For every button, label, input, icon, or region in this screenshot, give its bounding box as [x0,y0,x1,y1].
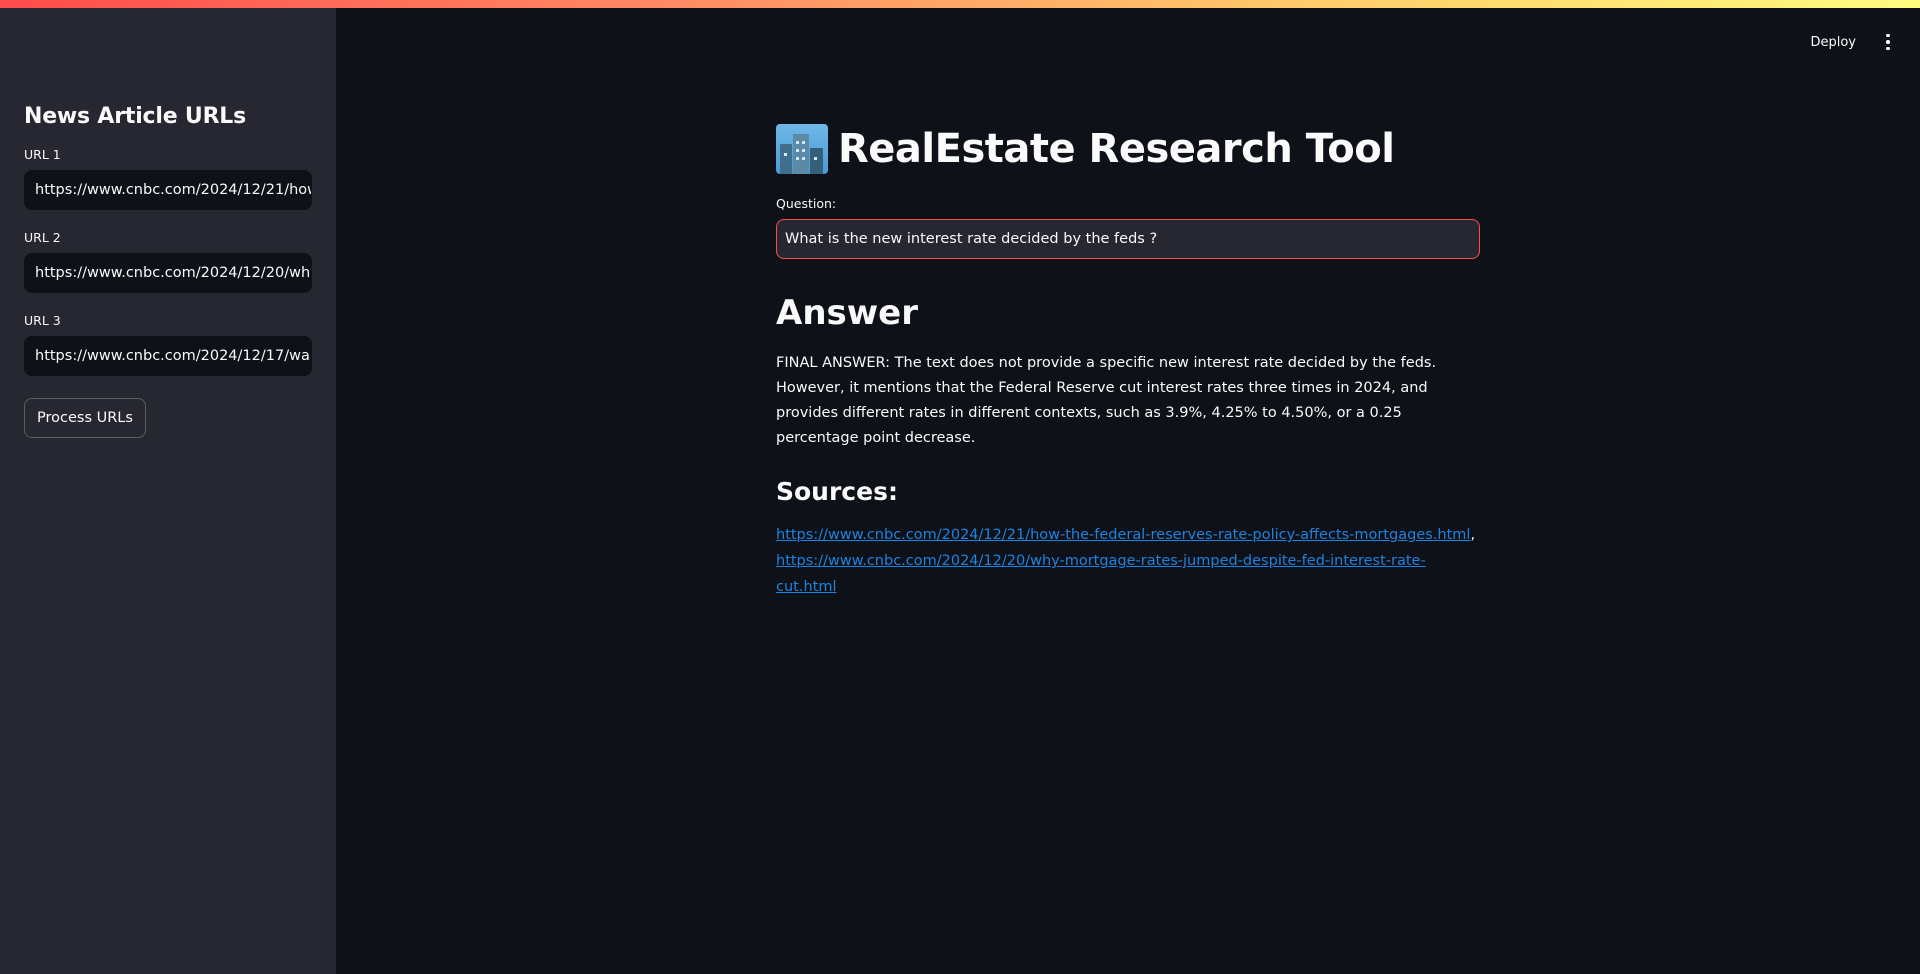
sources-heading: Sources: [776,477,898,506]
sidebar: News Article URLs URL 1 https://www.cnbc… [0,0,336,974]
url-2-label: URL 2 [24,230,61,245]
url-3-input[interactable]: https://www.cnbc.com/2024/12/17/wall- [24,336,312,376]
header-decoration-bar [0,0,1920,8]
vertical-ellipsis-icon[interactable] [1878,28,1898,56]
url-2-input[interactable]: https://www.cnbc.com/2024/12/20/why- [24,253,312,293]
page-title-row: RealEstate Research Tool [776,124,1480,174]
question-input[interactable]: What is the new interest rate decided by… [776,219,1480,259]
cityscape-icon [776,124,828,174]
source-link-2[interactable]: https://www.cnbc.com/2024/12/20/why-mort… [776,553,1426,595]
url-3-label: URL 3 [24,313,61,328]
answer-text: FINAL ANSWER: The text does not provide … [776,355,1437,446]
main-content: RealEstate Research Tool Question: What … [776,0,1480,600]
page-title: RealEstate Research Tool [838,126,1395,172]
deploy-button[interactable]: Deploy [1806,29,1860,56]
answer-heading: Answer [776,293,918,333]
question-label: Question: [776,196,837,211]
sources-list: https://www.cnbc.com/2024/12/21/how-the-… [776,522,1480,600]
process-urls-button[interactable]: Process URLs [24,398,146,438]
sidebar-heading: News Article URLs [24,104,247,129]
sources-separator: , [1470,527,1476,543]
url-1-input[interactable]: https://www.cnbc.com/2024/12/21/how- [24,170,312,210]
url-1-label: URL 1 [24,147,61,162]
source-link-1[interactable]: https://www.cnbc.com/2024/12/21/how-the-… [776,527,1470,543]
top-toolbar: Deploy [1806,28,1898,56]
